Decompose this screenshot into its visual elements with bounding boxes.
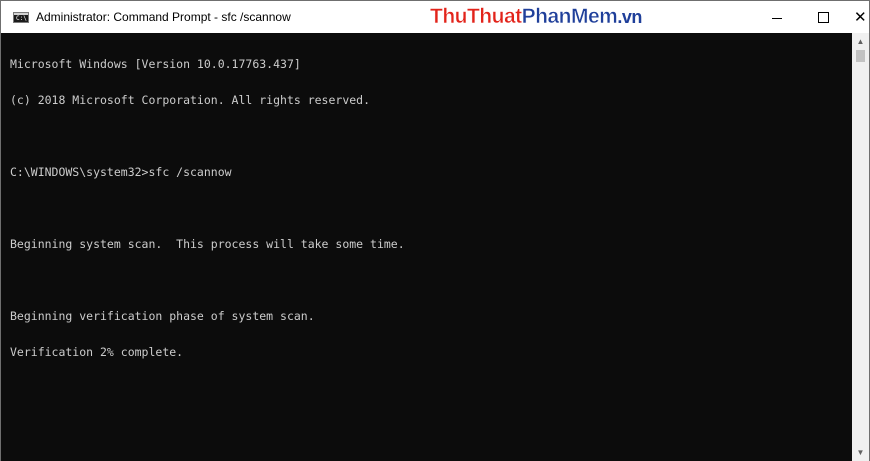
- watermark-logo: ThuThuatPhanMem.vn: [430, 4, 643, 30]
- console-line: Microsoft Windows [Version 10.0.17763.43…: [10, 57, 301, 71]
- console-line: Beginning verification phase of system s…: [10, 309, 315, 323]
- console-line: C:\WINDOWS\system32>sfc /scannow: [10, 165, 232, 179]
- watermark-part-2: PhanMem: [521, 5, 618, 29]
- title-bar[interactable]: C:\ Administrator: Command Prompt - sfc …: [1, 1, 869, 33]
- vertical-scrollbar[interactable]: ▲ ▼: [852, 33, 869, 461]
- console-output-area[interactable]: Microsoft Windows [Version 10.0.17763.43…: [1, 33, 852, 461]
- maximize-icon: [818, 12, 829, 23]
- console-line: (c) 2018 Microsoft Corporation. All righ…: [10, 93, 371, 107]
- close-button[interactable]: ✕: [846, 1, 870, 33]
- watermark-part-1: ThuThuat: [430, 5, 523, 29]
- scrollbar-thumb[interactable]: [856, 50, 865, 62]
- window-title: Administrator: Command Prompt - sfc /sca…: [36, 10, 291, 24]
- console-text: Microsoft Windows [Version 10.0.17763.43…: [10, 34, 405, 382]
- watermark-part-3: .vn: [617, 7, 642, 27]
- close-icon: ✕: [854, 9, 867, 26]
- minimize-button[interactable]: [754, 1, 800, 33]
- maximize-button[interactable]: [800, 1, 846, 33]
- scroll-down-icon[interactable]: ▼: [852, 444, 869, 461]
- command-prompt-window: C:\ Administrator: Command Prompt - sfc …: [0, 0, 870, 461]
- console-line: Verification 2% complete.: [10, 345, 184, 359]
- scroll-up-icon[interactable]: ▲: [852, 33, 869, 50]
- console-line: Beginning system scan. This process will…: [10, 237, 405, 251]
- command-prompt-icon[interactable]: C:\: [13, 12, 29, 23]
- minimize-icon: [772, 18, 782, 19]
